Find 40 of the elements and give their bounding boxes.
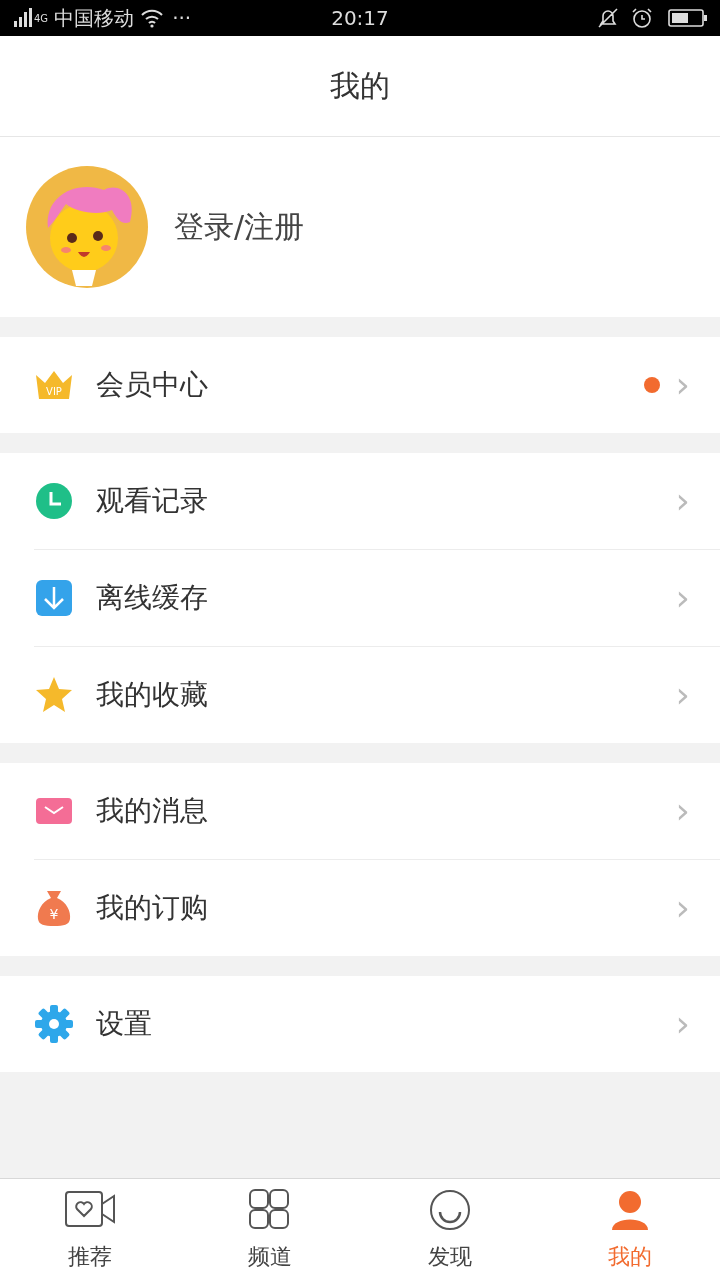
muted-bell-icon bbox=[596, 6, 620, 30]
menu-item-label: 我的收藏 bbox=[96, 677, 209, 713]
download-icon bbox=[34, 578, 74, 618]
login-register-link[interactable]: 登录/注册 bbox=[174, 206, 305, 248]
star-icon bbox=[34, 675, 74, 715]
chevron-icon: › bbox=[675, 890, 690, 926]
tab-item[interactable]: 推荐 bbox=[0, 1179, 180, 1280]
chevron-icon: › bbox=[675, 367, 690, 403]
chevron-icon: › bbox=[675, 580, 690, 616]
menu-item[interactable]: 离线缓存 › bbox=[0, 550, 720, 646]
menu-item-label: 我的订购 bbox=[96, 890, 209, 926]
carrier-name: 中国移动 bbox=[54, 4, 135, 32]
menu-item-label: 我的消息 bbox=[96, 793, 209, 829]
menu-item-label: 设置 bbox=[96, 1006, 153, 1042]
clock-time: 20:17 bbox=[330, 6, 390, 30]
menu-item-label: 离线缓存 bbox=[96, 580, 209, 616]
network-type: 4G bbox=[34, 12, 49, 24]
chevron-icon: › bbox=[675, 677, 690, 713]
signal-icon bbox=[12, 7, 34, 29]
chevron-icon: › bbox=[675, 793, 690, 829]
chevron-icon: › bbox=[675, 1006, 690, 1042]
menu-item[interactable]: 观看记录 › bbox=[0, 453, 720, 549]
wifi-icon bbox=[140, 8, 165, 28]
more-indicator: ··· bbox=[172, 6, 192, 30]
menu-item-label: 会员中心 bbox=[96, 367, 209, 403]
page-title: 我的 bbox=[330, 66, 390, 105]
menu-item[interactable]: VIP 会员中心 › bbox=[0, 337, 720, 433]
menu-item[interactable]: 设置 › bbox=[0, 976, 720, 1072]
menu-item[interactable]: 我的消息 › bbox=[0, 763, 720, 859]
clock-icon bbox=[34, 481, 74, 521]
menu-item[interactable]: ¥ 我的订购 › bbox=[0, 860, 720, 956]
battery-icon bbox=[668, 8, 708, 28]
avatar-drawing[interactable] bbox=[26, 166, 148, 288]
tab-item[interactable]: 发现 bbox=[360, 1179, 540, 1280]
tab-item[interactable]: 频道 bbox=[180, 1179, 360, 1280]
alarm-icon bbox=[630, 6, 654, 30]
menu-item-label: 观看记录 bbox=[96, 483, 209, 519]
settings-icon bbox=[34, 1004, 74, 1044]
menu-item[interactable]: 我的收藏 › bbox=[0, 647, 720, 743]
chevron-icon: › bbox=[675, 483, 690, 519]
